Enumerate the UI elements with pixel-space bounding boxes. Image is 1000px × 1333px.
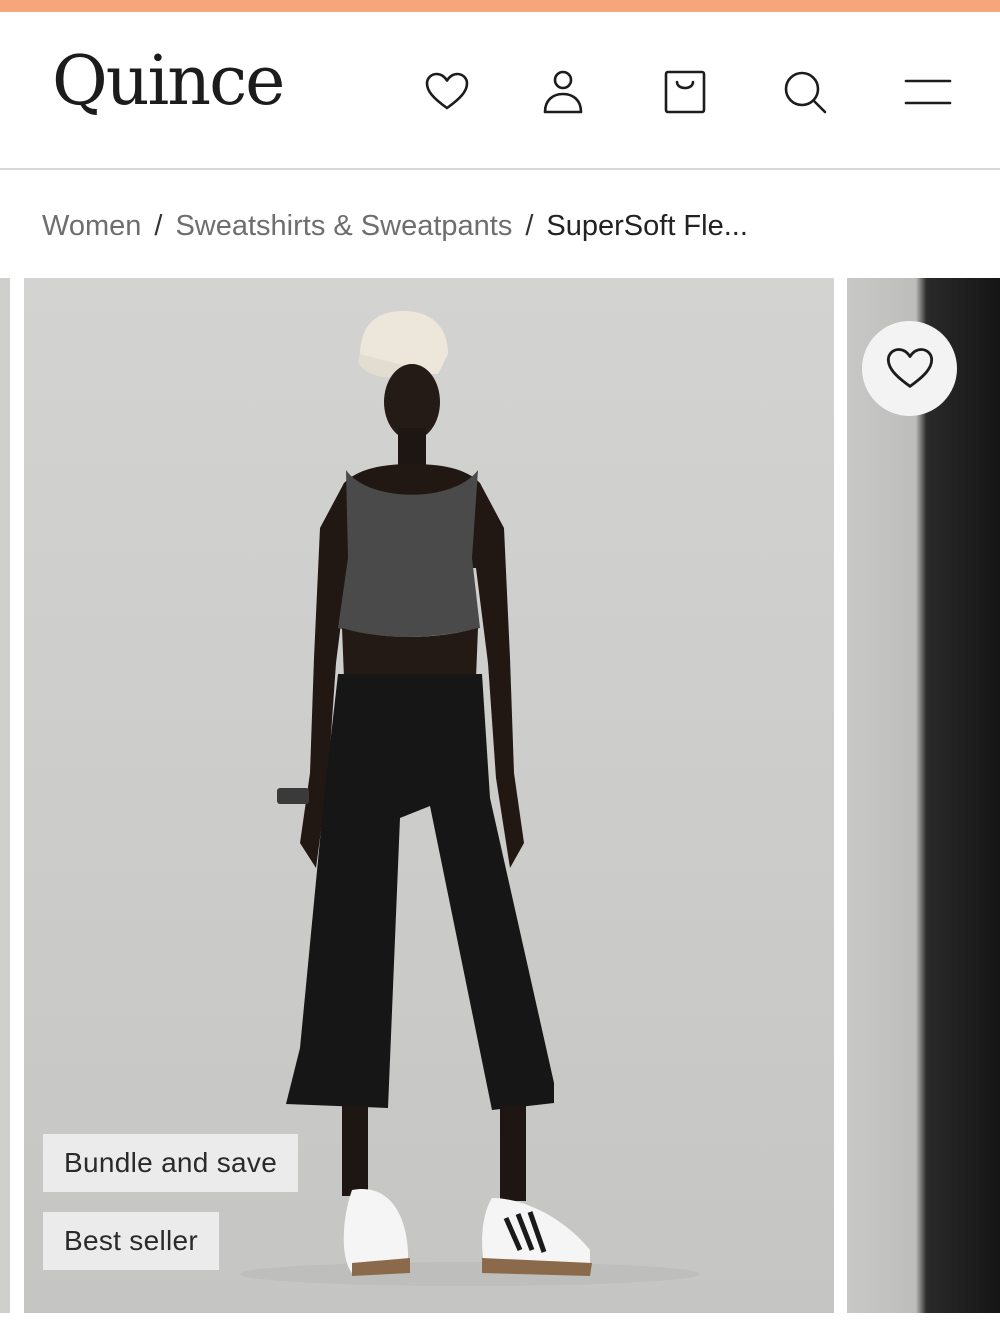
badge-bundle-and-save: Bundle and save <box>43 1134 299 1192</box>
breadcrumb-sweatshirts-link[interactable]: Sweatshirts & Sweatpants <box>175 210 512 243</box>
product-image-gallery[interactable]: Bundle and save Best seller <box>0 278 1000 1313</box>
product-image-main[interactable]: Bundle and save Best seller <box>24 278 834 1313</box>
breadcrumb: Women / Sweatshirts & Sweatpants / Super… <box>42 204 748 248</box>
search-button[interactable] <box>777 64 833 120</box>
shopping-bag-icon <box>664 70 706 114</box>
user-icon <box>543 70 583 114</box>
previous-product-image[interactable] <box>0 278 10 1313</box>
cart-button[interactable] <box>657 64 713 120</box>
heart-icon <box>886 347 933 388</box>
badge-best-seller: Best seller <box>43 1212 220 1270</box>
menu-button[interactable] <box>900 64 956 120</box>
wishlist-button[interactable] <box>419 64 475 120</box>
account-button[interactable] <box>535 64 591 120</box>
site-header: Quince <box>0 12 1000 170</box>
next-product-image[interactable] <box>847 278 1000 1313</box>
search-icon <box>784 71 827 114</box>
heart-icon <box>425 72 469 110</box>
breadcrumb-separator: / <box>154 209 163 242</box>
quince-logo[interactable]: Quince <box>52 48 285 116</box>
breadcrumb-separator: / <box>525 209 534 242</box>
breadcrumb-current-product: SuperSoft Fle... <box>546 209 748 242</box>
breadcrumb-women-link[interactable]: Women <box>42 210 141 243</box>
promo-bar <box>0 0 1000 12</box>
add-to-wishlist-button[interactable] <box>862 321 957 416</box>
menu-icon <box>904 79 952 105</box>
